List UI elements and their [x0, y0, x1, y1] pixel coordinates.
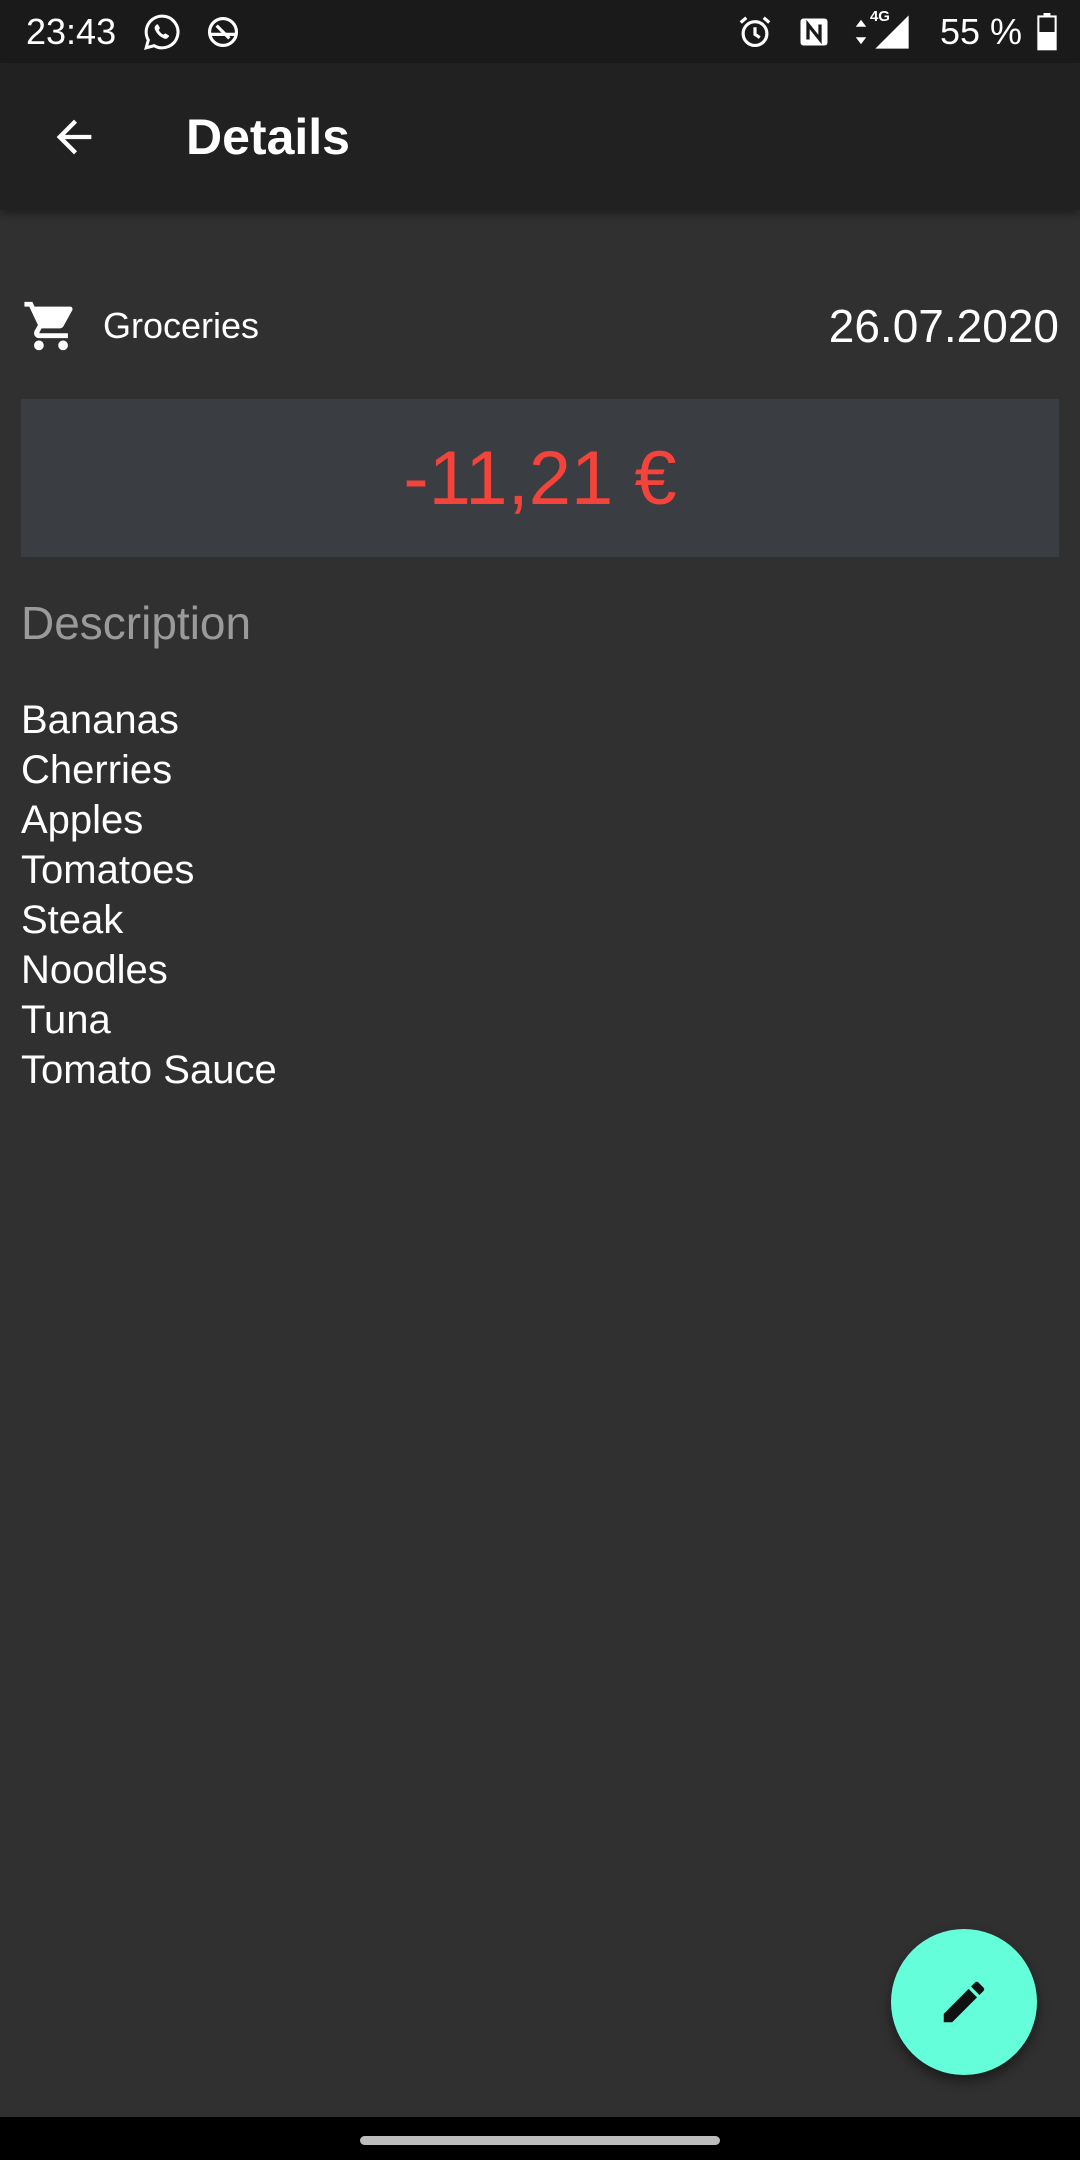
transaction-amount: -11,21 € [403, 435, 677, 521]
network-type-label: 4G [869, 7, 890, 25]
category-label: Groceries [103, 305, 260, 346]
amount-panel: -11,21 € [21, 399, 1059, 557]
status-bar: 23:43 4G 55 % [0, 0, 1080, 63]
app-bar: Details [0, 63, 1080, 210]
description-item: Tomatoes [21, 848, 195, 892]
battery-icon [1036, 12, 1058, 51]
page-title: Details [186, 108, 350, 165]
status-time: 23:43 [26, 10, 117, 52]
alarm-icon [736, 13, 774, 51]
description-item: Apples [21, 798, 144, 842]
description-item: Steak [21, 898, 124, 942]
description-item: Tuna [21, 998, 111, 1042]
details-screen: 23:43 4G 55 % Details Groceries 26.07.20… [0, 0, 1080, 2160]
home-gesture-handle[interactable] [360, 2136, 720, 2145]
whatsapp-icon [142, 12, 182, 52]
edit-button[interactable] [891, 1929, 1037, 2075]
app-notification-icon [204, 13, 242, 51]
category-row: Groceries 26.07.2020 [21, 290, 1059, 362]
transaction-date: 26.07.2020 [828, 300, 1059, 352]
description-item: Cherries [21, 748, 173, 792]
shopping-cart-icon [21, 296, 81, 356]
status-right: 4G 55 % [736, 8, 1058, 53]
status-left: 23:43 [26, 11, 264, 53]
nfc-icon [796, 14, 832, 50]
battery-percent: 55 % [939, 10, 1022, 52]
description-item: Tomato Sauce [21, 1048, 277, 1092]
description-item: Bananas [21, 698, 179, 742]
description-heading: Description [21, 597, 252, 649]
signal-icon: 4G [870, 8, 912, 52]
description-list: Bananas Cherries Apples Tomatoes Steak N… [21, 695, 277, 1095]
edit-pencil-icon [943, 1981, 985, 2023]
arrow-back-icon [56, 119, 92, 154]
data-arrows-icon [854, 17, 868, 47]
description-item: Noodles [21, 948, 168, 992]
back-button[interactable] [26, 89, 122, 185]
